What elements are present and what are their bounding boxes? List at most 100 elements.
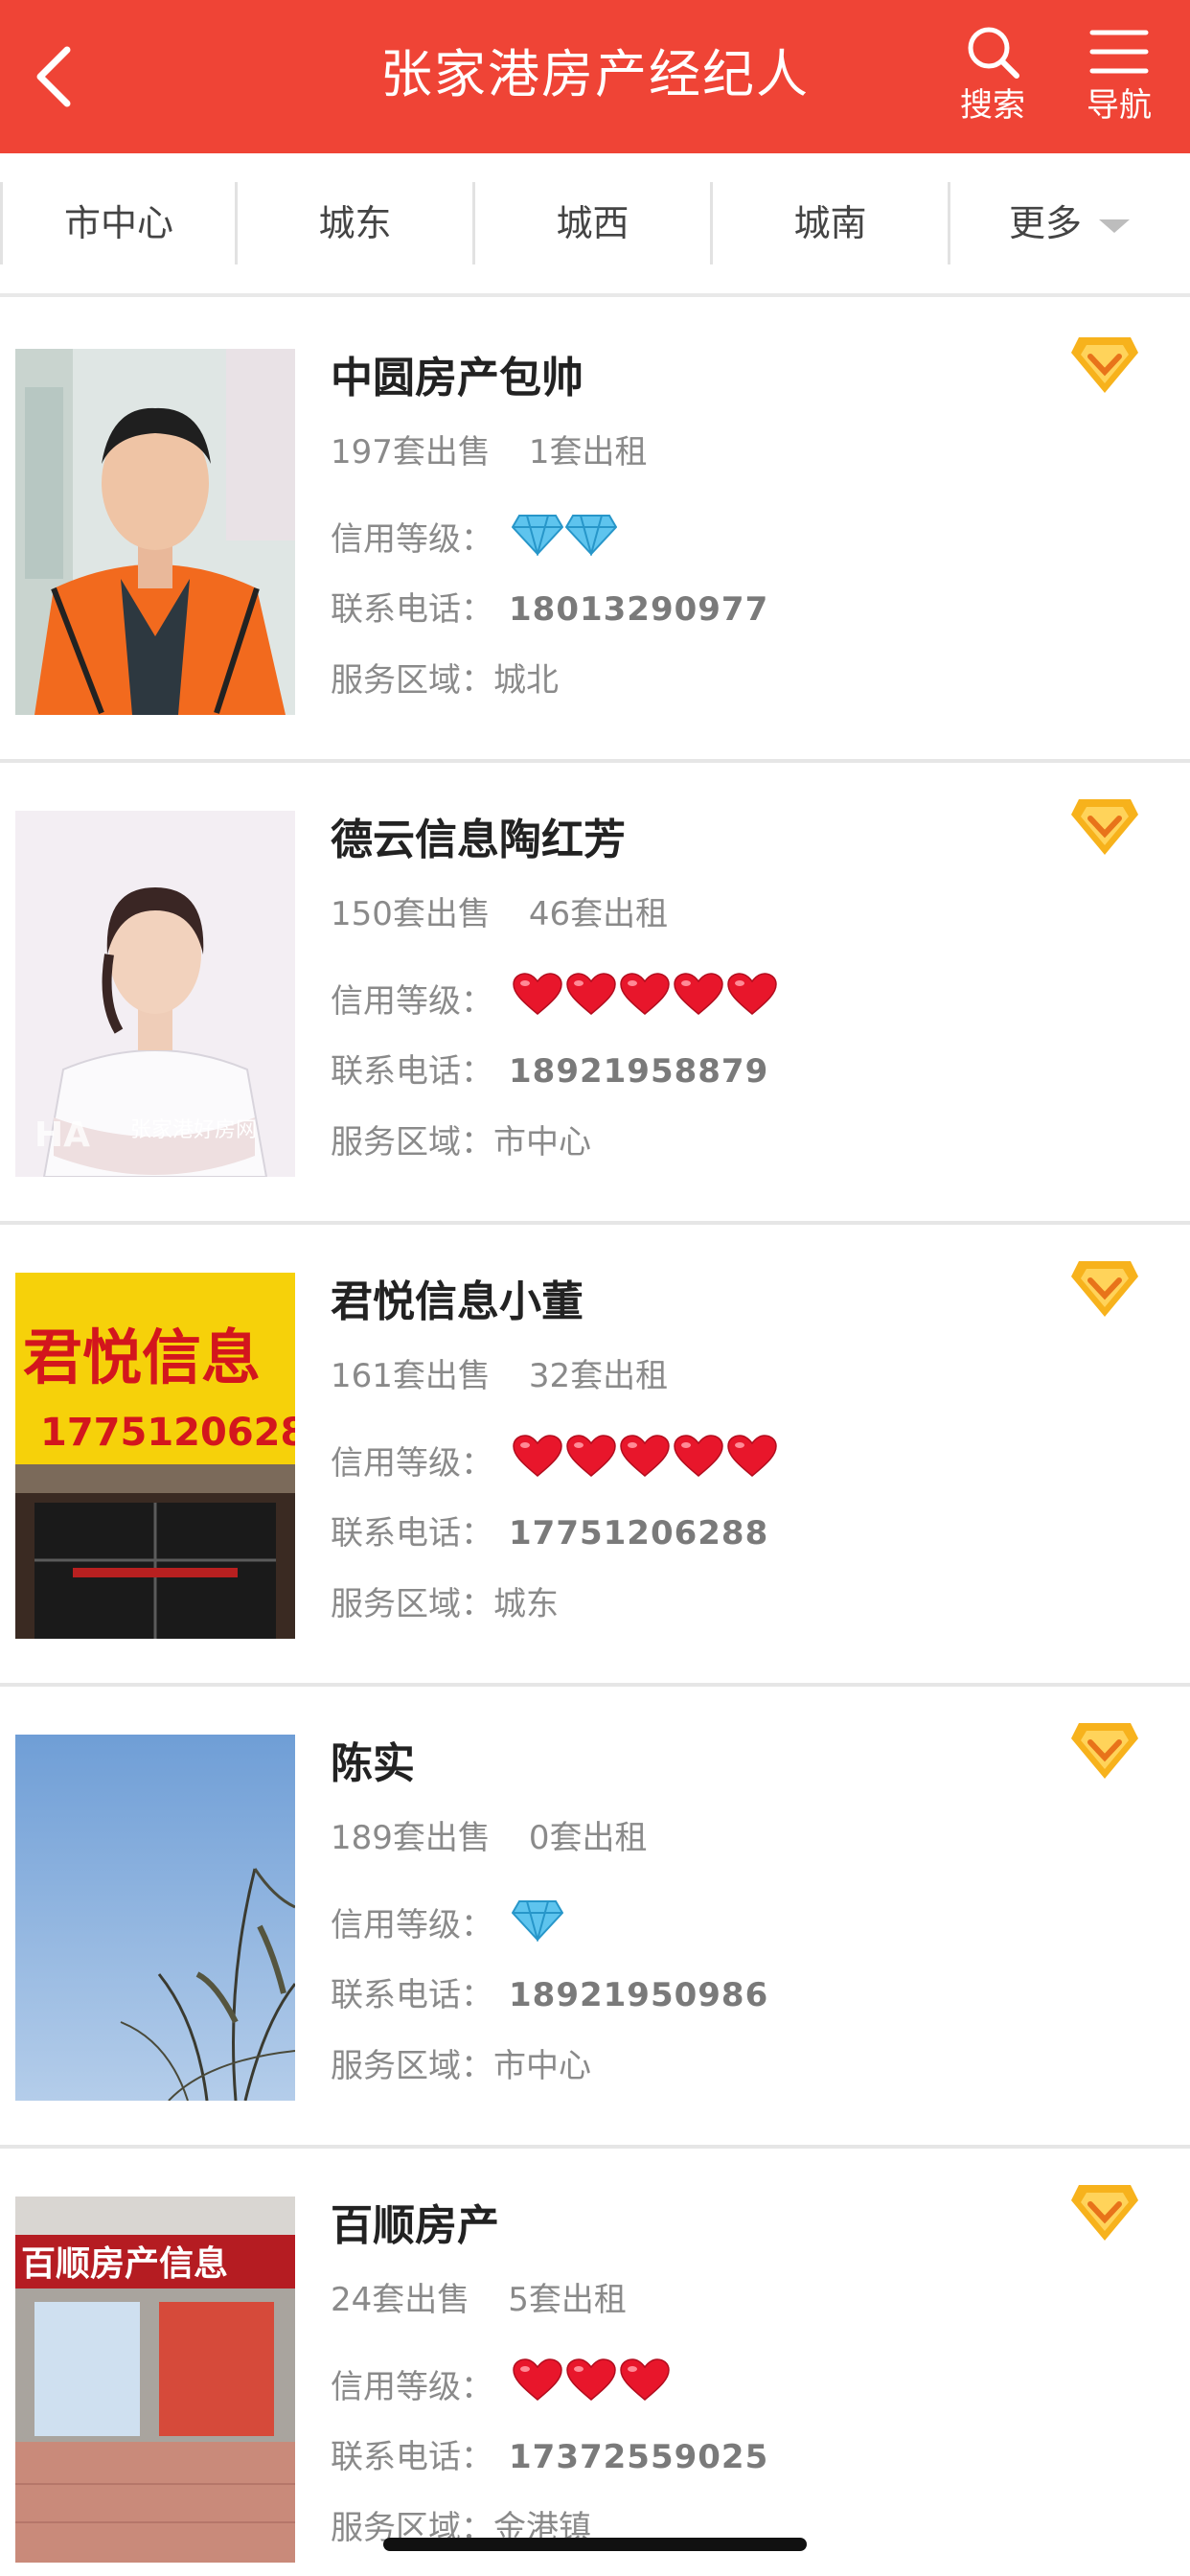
heart-icon [513, 2358, 562, 2401]
service-area: 服务区域：市中心 [331, 1114, 591, 1171]
listing-counts: 161套出售 32套出租 [331, 1347, 706, 1405]
rent-count: 5套出租 [508, 2281, 627, 2319]
rent-count: 1套出租 [528, 433, 648, 472]
diamond-icon [564, 515, 618, 558]
agent-card[interactable]: 张家港好房网 HA 德云信息陶红芳 150套出售 46套出租 信用等级： 联系电话… [0, 763, 1190, 1225]
credit-level: 信用等级： [331, 510, 619, 574]
phone-number[interactable]: 17751206288 [509, 1514, 768, 1552]
agent-phone[interactable]: 联系电话： 17751206288 [331, 1505, 768, 1562]
agent-card[interactable]: 陈实 189套出售 0套出租 信用等级： 联系电话： 18921950986 服务区… [0, 1687, 1190, 2149]
photo-sign-text: 君悦信息 [23, 1322, 261, 1392]
heart-icon [674, 973, 723, 1015]
area-value: 市中心 [493, 1123, 591, 1162]
agent-name: 陈实 [331, 1739, 415, 1788]
credit-icons [512, 2358, 673, 2422]
vip-diamond-badge-icon [1069, 1257, 1140, 1319]
heart-icon [513, 973, 562, 1015]
app-screen: 张家港房产经纪人 搜索 导航 市中心 城东 城西 城南 更多 中圆房产包帅 19… [0, 0, 1190, 2576]
agent-card[interactable]: 百顺房产信息 百顺房产 24套出售 5套出租 信用等级： 联系电话： 17372… [0, 2149, 1190, 2576]
agent-photo: 君悦信息 17751206289 [15, 1273, 295, 1639]
service-area: 服务区域：城北 [331, 652, 559, 709]
sale-count: 197套出售 [331, 433, 491, 472]
photo-sign-text: 百顺房产信息 [21, 2244, 228, 2284]
heart-icon [566, 2358, 616, 2401]
agent-photo [15, 349, 295, 715]
credit-icons [512, 1434, 780, 1498]
sale-count: 24套出售 [331, 2281, 470, 2319]
agent-phone[interactable]: 联系电话： 18921950986 [331, 1966, 768, 2024]
agent-phone[interactable]: 联系电话： 18013290977 [331, 581, 768, 638]
credit-level: 信用等级： [331, 1896, 565, 1960]
vip-diamond-badge-icon [1069, 795, 1140, 857]
agent-list: 中圆房产包帅 197套出售 1套出租 信用等级： 联系电话： 18013290977… [0, 301, 1190, 2576]
listing-counts: 189套出售 0套出租 [331, 1809, 686, 1867]
agent-photo: 百顺房产信息 [15, 2196, 295, 2563]
heart-icon [566, 1435, 616, 1477]
credit-level: 信用等级： [331, 1434, 780, 1498]
agent-name: 君悦信息小董 [331, 1277, 584, 1326]
district-filter-bar: 市中心 城东 城西 城南 更多 [0, 153, 1190, 297]
diamond-icon [511, 1900, 564, 1944]
rent-count: 46套出租 [528, 895, 669, 933]
sale-count: 150套出售 [331, 895, 491, 933]
phone-label: 联系电话： [331, 1976, 493, 2014]
service-area: 服务区域：市中心 [331, 2037, 591, 2095]
phone-number[interactable]: 17372559025 [509, 2438, 768, 2476]
filter-tab-south[interactable]: 城南 [713, 182, 950, 264]
agent-card[interactable]: 君悦信息 17751206289 君悦信息小董 161套出售 32套出租 信用等级… [0, 1225, 1190, 1687]
heart-icon [620, 1435, 670, 1477]
listing-counts: 24套出售 5套出租 [331, 2271, 665, 2329]
rent-count: 32套出租 [528, 1357, 669, 1395]
filter-tab-label: 更多 [1008, 202, 1082, 244]
phone-number[interactable]: 18921950986 [509, 1976, 768, 2014]
phone-label: 联系电话： [331, 590, 493, 629]
home-indicator[interactable] [383, 2538, 807, 2551]
phone-label: 联系电话： [331, 1052, 493, 1091]
nav-label: 导航 [1087, 86, 1152, 125]
svg-text:HA: HA [34, 1116, 90, 1155]
service-area: 服务区域：城东 [331, 1576, 559, 1633]
vip-diamond-badge-icon [1069, 1719, 1140, 1781]
listing-counts: 197套出售 1套出租 [331, 424, 686, 481]
agent-phone[interactable]: 联系电话： 18921958879 [331, 1043, 768, 1100]
credit-label: 信用等级： [331, 1906, 493, 1944]
search-label: 搜索 [960, 86, 1025, 125]
rent-count: 0套出租 [528, 1819, 648, 1857]
filter-tab-west[interactable]: 城西 [475, 182, 713, 264]
photo-watermark: 张家港好房网 [130, 1118, 257, 1142]
area-value: 市中心 [493, 2047, 591, 2085]
filter-tab-more[interactable]: 更多 [950, 182, 1188, 264]
credit-label: 信用等级： [331, 1444, 493, 1483]
credit-icons [512, 972, 780, 1036]
filter-tab-center[interactable]: 市中心 [0, 182, 238, 264]
nav-menu-button[interactable]: 导航 [1071, 23, 1167, 138]
filter-tab-east[interactable]: 城东 [238, 182, 475, 264]
diamond-icon [511, 515, 564, 558]
credit-label: 信用等级： [331, 520, 493, 559]
heart-icon [727, 1435, 777, 1477]
phone-number[interactable]: 18013290977 [509, 590, 768, 629]
agent-phone[interactable]: 联系电话： 17372559025 [331, 2428, 768, 2486]
search-icon [968, 27, 1019, 79]
agent-photo [15, 1735, 295, 2101]
area-label: 服务区域： [331, 2047, 493, 2085]
phone-number[interactable]: 18921958879 [509, 1052, 768, 1091]
heart-icon [566, 973, 616, 1015]
agent-name: 中圆房产包帅 [331, 354, 584, 402]
area-label: 服务区域： [331, 661, 493, 700]
listing-counts: 150套出售 46套出租 [331, 886, 706, 943]
area-label: 服务区域： [331, 1585, 493, 1623]
phone-label: 联系电话： [331, 2438, 493, 2476]
photo-sign-phone: 17751206289 [40, 1411, 295, 1455]
credit-label: 信用等级： [331, 2368, 493, 2406]
credit-level: 信用等级： [331, 972, 780, 1036]
vip-diamond-badge-icon [1069, 2181, 1140, 2242]
heart-icon [513, 1435, 562, 1477]
search-button[interactable]: 搜索 [945, 23, 1041, 138]
top-app-bar: 张家港房产经纪人 搜索 导航 [0, 0, 1190, 153]
area-label: 服务区域： [331, 1123, 493, 1162]
agent-card[interactable]: 中圆房产包帅 197套出售 1套出租 信用等级： 联系电话： 18013290977… [0, 301, 1190, 763]
heart-icon [620, 2358, 670, 2401]
vip-diamond-badge-icon [1069, 334, 1140, 395]
phone-label: 联系电话： [331, 1514, 493, 1552]
